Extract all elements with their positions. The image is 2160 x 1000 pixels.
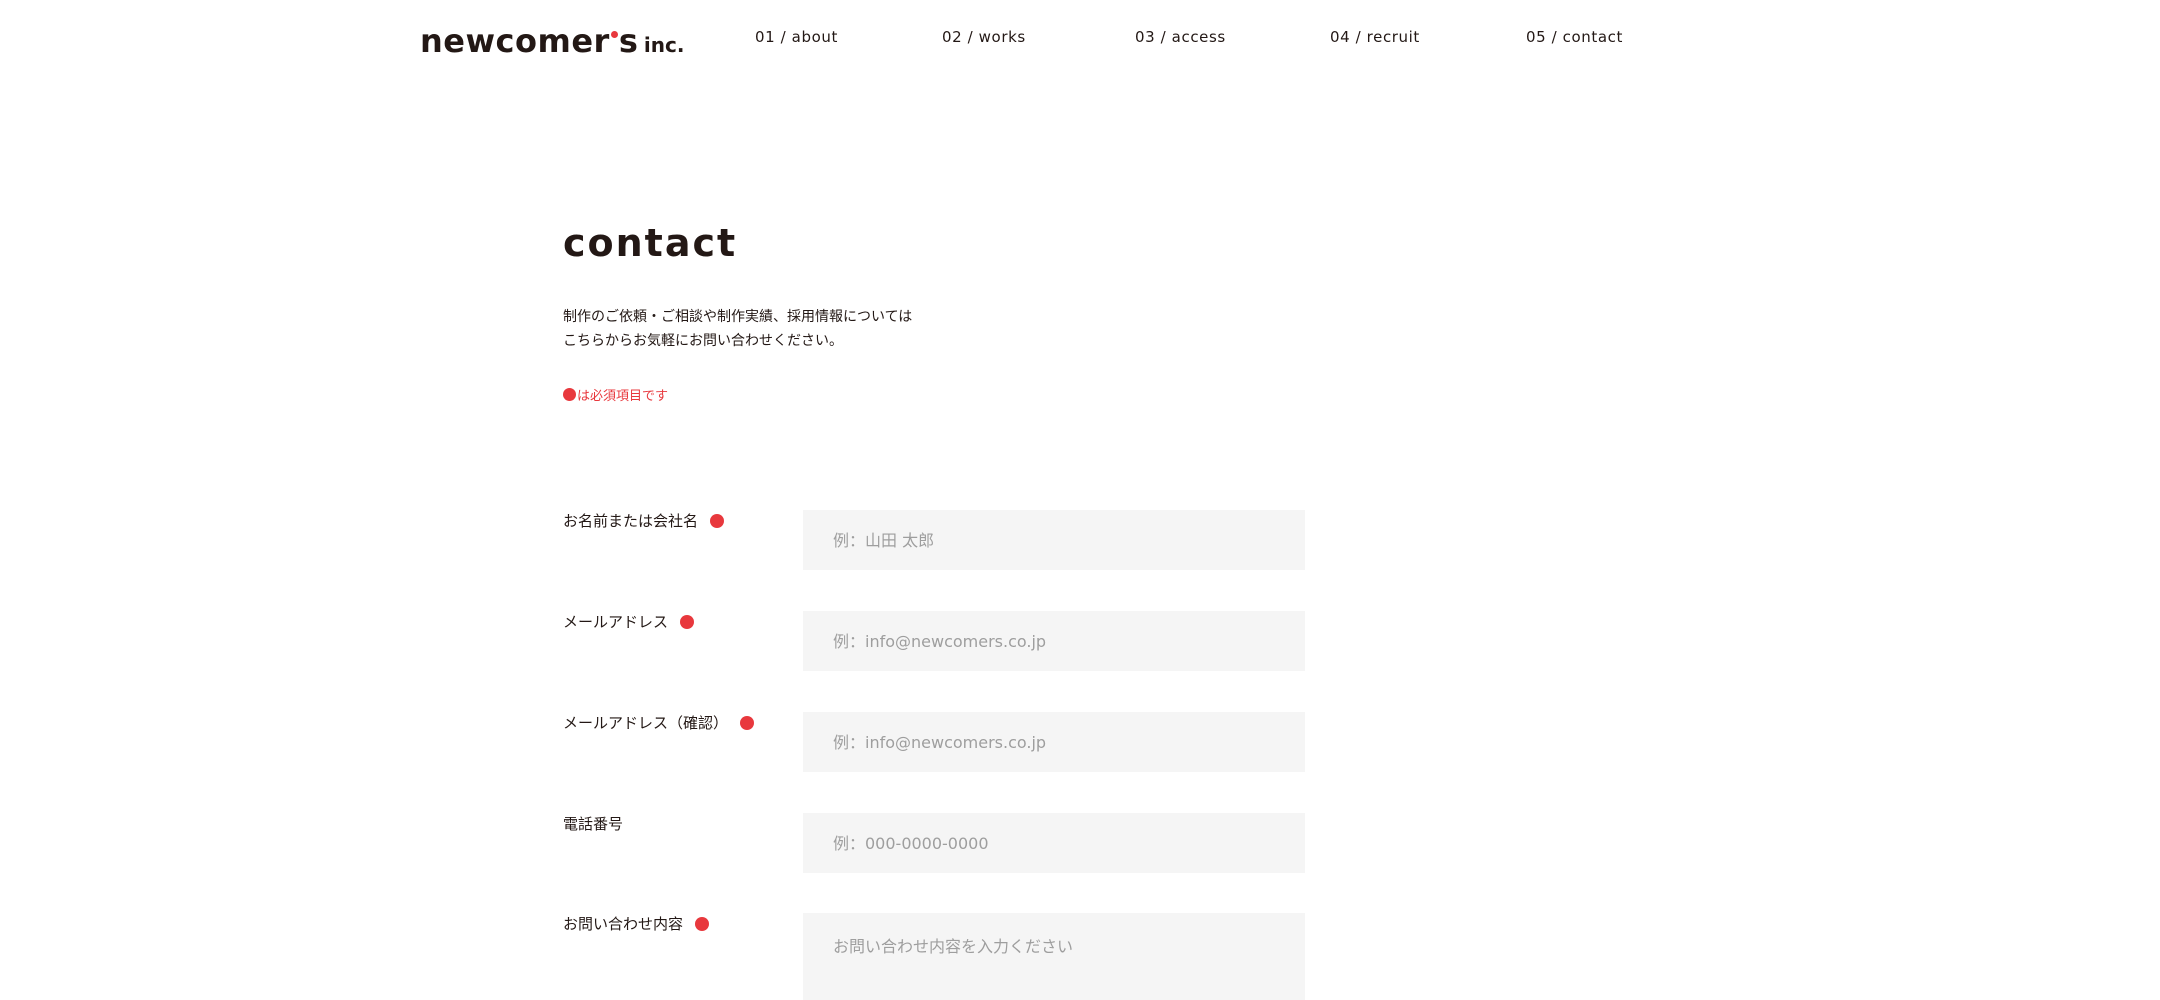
field-label-email-text: メールアドレス	[563, 613, 669, 631]
nav-item-works[interactable]: 02 / works	[942, 28, 1026, 46]
required-note: は必須項目です	[563, 385, 668, 404]
phone-input[interactable]	[803, 813, 1305, 873]
field-label-message: お問い合わせ内容	[563, 913, 710, 934]
nav-item-about[interactable]: 01 / about	[755, 28, 838, 46]
nav-item-recruit[interactable]: 04 / recruit	[1330, 28, 1420, 46]
required-note-text: は必須項目です	[577, 389, 669, 404]
field-label-email-confirm-text: メールアドレス（確認）	[563, 714, 729, 732]
email-input[interactable]	[803, 611, 1305, 671]
intro-line-1: 制作のご依頼・ご相談や制作実績、採用情報については	[563, 309, 913, 325]
message-textarea[interactable]	[803, 913, 1305, 1000]
email-confirm-input[interactable]	[803, 712, 1305, 772]
name-input[interactable]	[803, 510, 1305, 570]
field-label-phone: 電話番号	[563, 813, 623, 834]
main-nav: 01 / about 02 / works 03 / access 04 / r…	[0, 28, 2160, 52]
required-dot-icon	[680, 614, 695, 629]
intro-text: 制作のご依頼・ご相談や制作実績、採用情報については こちらからお気軽にお問い合わ…	[563, 305, 912, 353]
required-dot-icon	[563, 388, 576, 401]
site-header: newcomer s inc. 01 / about 02 / works 03…	[0, 0, 2160, 80]
page-title: contact	[563, 221, 738, 265]
field-label-name-text: お名前または会社名	[563, 512, 699, 530]
nav-item-access[interactable]: 03 / access	[1135, 28, 1226, 46]
required-dot-icon	[740, 715, 755, 730]
intro-line-2: こちらからお気軽にお問い合わせください。	[563, 333, 843, 349]
required-dot-icon	[710, 513, 725, 528]
field-label-name: お名前または会社名	[563, 510, 725, 531]
field-label-email-confirm: メールアドレス（確認）	[563, 712, 755, 733]
field-label-message-text: お問い合わせ内容	[563, 915, 684, 933]
nav-item-contact[interactable]: 05 / contact	[1526, 28, 1623, 46]
required-dot-icon	[695, 916, 710, 931]
field-label-phone-text: 電話番号	[563, 815, 624, 833]
field-label-email: メールアドレス	[563, 611, 695, 632]
